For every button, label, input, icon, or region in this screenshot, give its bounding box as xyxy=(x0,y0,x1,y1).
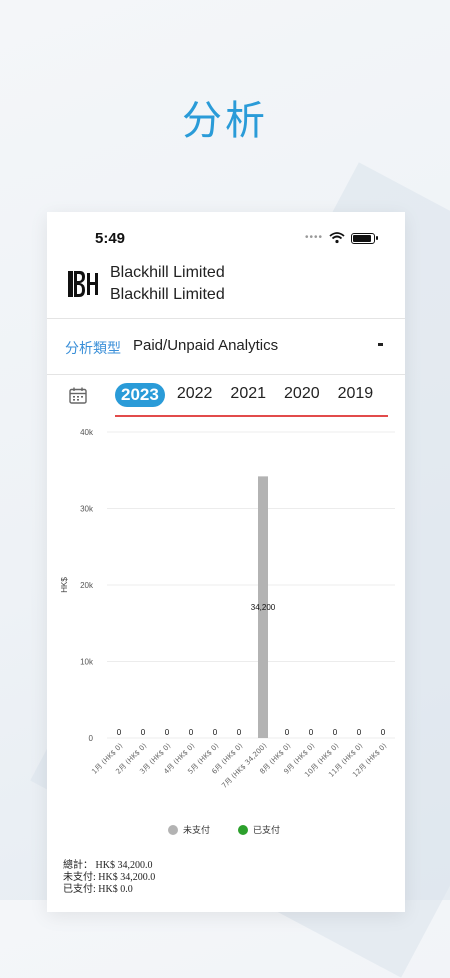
bar-value-label: 0 xyxy=(213,728,218,737)
bar-value-label: 0 xyxy=(381,728,386,737)
summary-unpaid: 未支付: HK$ 34,200.0 xyxy=(63,872,156,883)
status-bar: 5:49 •••• xyxy=(47,212,405,258)
bar-value-label: 34,200 xyxy=(251,603,276,612)
bar-value-label: 0 xyxy=(237,728,242,737)
signal-icon: •••• xyxy=(304,232,323,243)
status-icons: •••• xyxy=(304,232,378,244)
year-selector: 2023 2022 2021 2020 2019 xyxy=(47,375,405,417)
bar-value-label: 0 xyxy=(285,728,290,737)
bar-chart: 010k20k30k40kHK$01月 (HK$ 0)02月 (HK$ 0)03… xyxy=(60,428,395,836)
legend-label: 已支付 xyxy=(253,824,280,836)
analysis-type-label: 分析類型 xyxy=(65,340,121,356)
bar-value-label: 0 xyxy=(189,728,194,737)
analytics-chart: 0 10k 20k 30k 40k HK$ 0 1月 (HK$ 0) 0 2月 (HK$ 0) 0 3… xyxy=(47,418,405,858)
y-tick-label: 0 xyxy=(89,734,94,743)
analysis-type-value[interactable]: Paid/Unpaid Analytics xyxy=(133,337,278,354)
year-tab-2019[interactable]: 2019 xyxy=(332,383,380,405)
legend-label: 未支付 xyxy=(183,824,210,836)
company-header[interactable]: Blackhill Limited Blackhill Limited xyxy=(47,258,405,319)
phone-screen: 5:49 •••• Blackhill Limited Blackhill Li… xyxy=(47,212,405,912)
calendar-icon[interactable] xyxy=(69,387,87,404)
analysis-type-selector[interactable]: 分析類型 Paid/Unpaid Analytics xyxy=(47,319,405,375)
summary-block: 總計： HK$ 34,200.0 未支付: HK$ 34,200.0 已支付: … xyxy=(63,860,155,896)
status-time: 5:49 xyxy=(95,230,126,247)
y-axis-label: HK$ xyxy=(60,577,69,593)
y-tick-label: 20k xyxy=(80,581,94,590)
bar-value-label: 0 xyxy=(117,728,122,737)
year-tabs: 2023 2022 2021 2020 2019 xyxy=(115,375,388,417)
y-tick-label: 40k xyxy=(80,428,94,437)
bar-value-label: 0 xyxy=(309,728,314,737)
year-tab-2020[interactable]: 2020 xyxy=(278,383,326,405)
battery-icon xyxy=(351,232,378,244)
company-logo-icon xyxy=(68,271,98,297)
wifi-icon xyxy=(329,232,345,244)
bar-value-label: 0 xyxy=(141,728,146,737)
year-tab-2021[interactable]: 2021 xyxy=(224,383,272,405)
summary-total: 總計： HK$ 34,200.0 xyxy=(63,860,153,871)
year-tab-2023[interactable]: 2023 xyxy=(115,383,165,407)
bar-value-label: 0 xyxy=(333,728,338,737)
company-name: Blackhill Limited Blackhill Limited xyxy=(110,262,225,306)
x-tick-label: 7月 (HK$ 34,200) xyxy=(220,742,268,790)
company-name-line2: Blackhill Limited xyxy=(110,286,225,303)
dropdown-arrow-icon[interactable] xyxy=(378,343,383,346)
bar-value-label: 0 xyxy=(357,728,362,737)
page-title: 分析 xyxy=(182,98,268,144)
year-tab-2022[interactable]: 2022 xyxy=(171,383,219,405)
legend-marker xyxy=(168,825,178,835)
bar-value-label: 0 xyxy=(165,728,170,737)
company-name-line1: Blackhill Limited xyxy=(110,264,225,281)
y-tick-label: 10k xyxy=(80,658,94,667)
legend-marker xyxy=(238,825,248,835)
summary-paid: 已支付: HK$ 0.0 xyxy=(63,884,133,895)
y-tick-label: 30k xyxy=(80,505,94,514)
